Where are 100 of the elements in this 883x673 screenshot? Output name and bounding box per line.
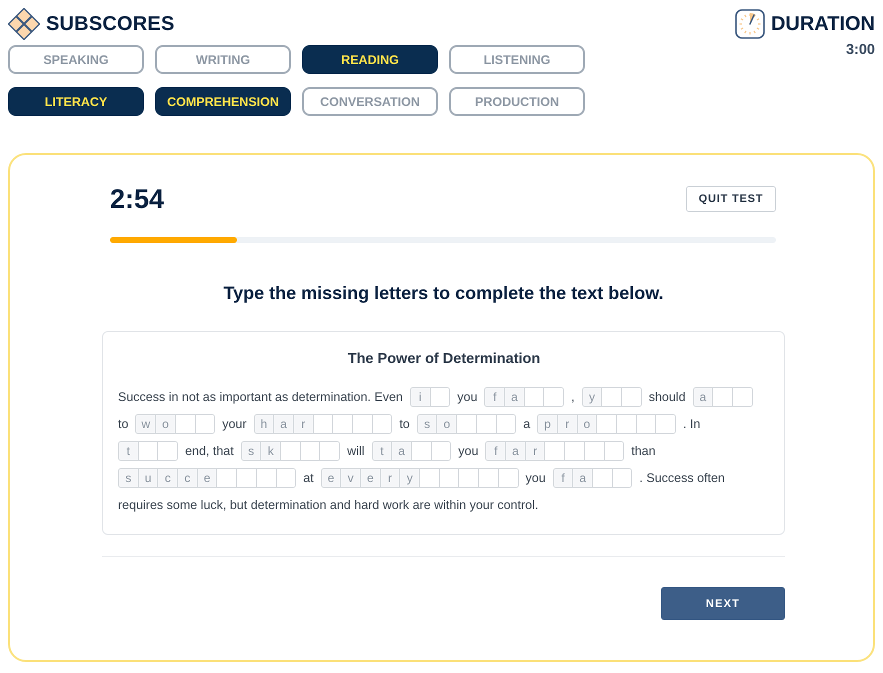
passage-title: The Power of Determination (346, 350, 542, 368)
given-letter: f (484, 386, 506, 406)
given-letter: r (292, 414, 314, 434)
given-letter: a (505, 440, 526, 460)
given-letter: y (399, 468, 420, 488)
passage-text: . Success often (639, 470, 725, 484)
passage-text: a (523, 416, 530, 430)
passage-text: end, that (185, 444, 234, 458)
given-letter: f (485, 440, 506, 460)
subscore-tab[interactable]: READING (302, 45, 438, 74)
duration-label: DURATION (770, 12, 875, 36)
given-letter: r (556, 414, 578, 434)
given-letter: r (380, 468, 400, 488)
given-letter: y (582, 386, 602, 406)
letter-input[interactable] (604, 440, 624, 460)
given-letter: e (360, 468, 381, 488)
diamond-logo-icon (8, 8, 40, 40)
letter-input[interactable] (478, 468, 499, 488)
letter-input[interactable] (655, 414, 676, 434)
letter-input[interactable] (216, 468, 238, 488)
letter-input[interactable] (621, 386, 642, 406)
given-letter: i (410, 386, 431, 406)
given-letter: s (240, 440, 262, 460)
letter-input[interactable] (332, 414, 353, 434)
given-letter: p (537, 414, 558, 434)
instruction-heading: Type the missing letters to complete the text below. (222, 282, 665, 305)
duration-value: 3:00 (846, 42, 875, 58)
letter-input[interactable] (352, 414, 373, 434)
letter-input[interactable] (256, 468, 276, 488)
letter-input[interactable] (498, 468, 518, 488)
passage-text: requires some luck, but determination and hard work are within your control. (118, 498, 538, 512)
letter-input[interactable] (584, 440, 605, 460)
passage-text: than (631, 444, 656, 458)
next-button[interactable]: NEXT (661, 587, 785, 620)
given-letter: a (692, 386, 714, 406)
given-letter: a (572, 468, 594, 488)
letter-input[interactable] (524, 386, 544, 406)
letter-input[interactable] (438, 468, 460, 488)
given-letter: e (196, 468, 218, 488)
given-letter: c (157, 468, 178, 488)
letter-input[interactable] (194, 414, 216, 434)
given-letter: v (340, 468, 361, 488)
given-letter: o (576, 414, 598, 434)
given-letter: c (177, 468, 198, 488)
passage-text: at (303, 470, 314, 484)
given-letter: s (118, 468, 139, 488)
letter-input[interactable] (410, 440, 432, 460)
letter-input[interactable] (312, 414, 334, 434)
given-letter: k (260, 440, 282, 460)
given-letter: t (372, 440, 392, 460)
passage-text: you (457, 390, 478, 404)
letter-input[interactable] (419, 468, 440, 488)
letter-input[interactable] (543, 386, 564, 406)
given-letter: f (552, 468, 574, 488)
passage-text: you (458, 444, 478, 458)
passage-text: , (571, 390, 575, 404)
given-letter: a (273, 414, 294, 434)
passage-text: . In (682, 416, 700, 430)
given-letter: r (524, 440, 546, 460)
subscore-tab[interactable]: COMPREHENSION (155, 87, 291, 116)
letter-input[interactable] (236, 468, 257, 488)
letter-input[interactable] (276, 468, 296, 488)
passage-text: to (118, 416, 128, 430)
letter-input[interactable] (458, 468, 480, 488)
letter-input[interactable] (430, 386, 450, 406)
letter-input[interactable] (138, 440, 158, 460)
letter-input[interactable] (712, 386, 733, 406)
given-letter: a (391, 440, 412, 460)
letter-input[interactable] (612, 468, 632, 488)
letter-input[interactable] (496, 414, 516, 434)
letter-input[interactable] (636, 414, 656, 434)
given-letter: w (135, 414, 156, 434)
passage-text: you (526, 470, 546, 484)
letter-input[interactable] (456, 414, 477, 434)
letter-input[interactable] (544, 440, 566, 460)
given-letter: s (416, 414, 438, 434)
letter-input[interactable] (596, 414, 617, 434)
letter-input[interactable] (601, 386, 622, 406)
letter-input[interactable] (372, 414, 392, 434)
letter-input[interactable] (592, 468, 613, 488)
passage-text: Success in not as important as determination. Even (118, 390, 403, 404)
given-letter: a (504, 386, 525, 406)
letter-input[interactable] (319, 440, 340, 460)
letter-input[interactable] (476, 414, 497, 434)
subscore-tab[interactable]: LITERACY (8, 87, 144, 116)
letter-input[interactable] (732, 386, 753, 406)
letter-input[interactable] (174, 414, 196, 434)
passage-text: should (648, 390, 686, 404)
letter-input[interactable] (280, 440, 301, 460)
countdown-timer: 2:54 (110, 184, 164, 214)
given-letter: t (118, 440, 139, 460)
letter-input[interactable] (300, 440, 320, 460)
letter-input[interactable] (564, 440, 585, 460)
letter-input[interactable] (157, 440, 178, 460)
letter-input[interactable] (616, 414, 637, 434)
given-letter: h (254, 414, 274, 434)
quit-test-button[interactable]: QUIT TEST (686, 186, 776, 212)
given-letter: u (138, 468, 158, 488)
letter-input[interactable] (430, 440, 452, 460)
clock-icon (734, 9, 765, 39)
